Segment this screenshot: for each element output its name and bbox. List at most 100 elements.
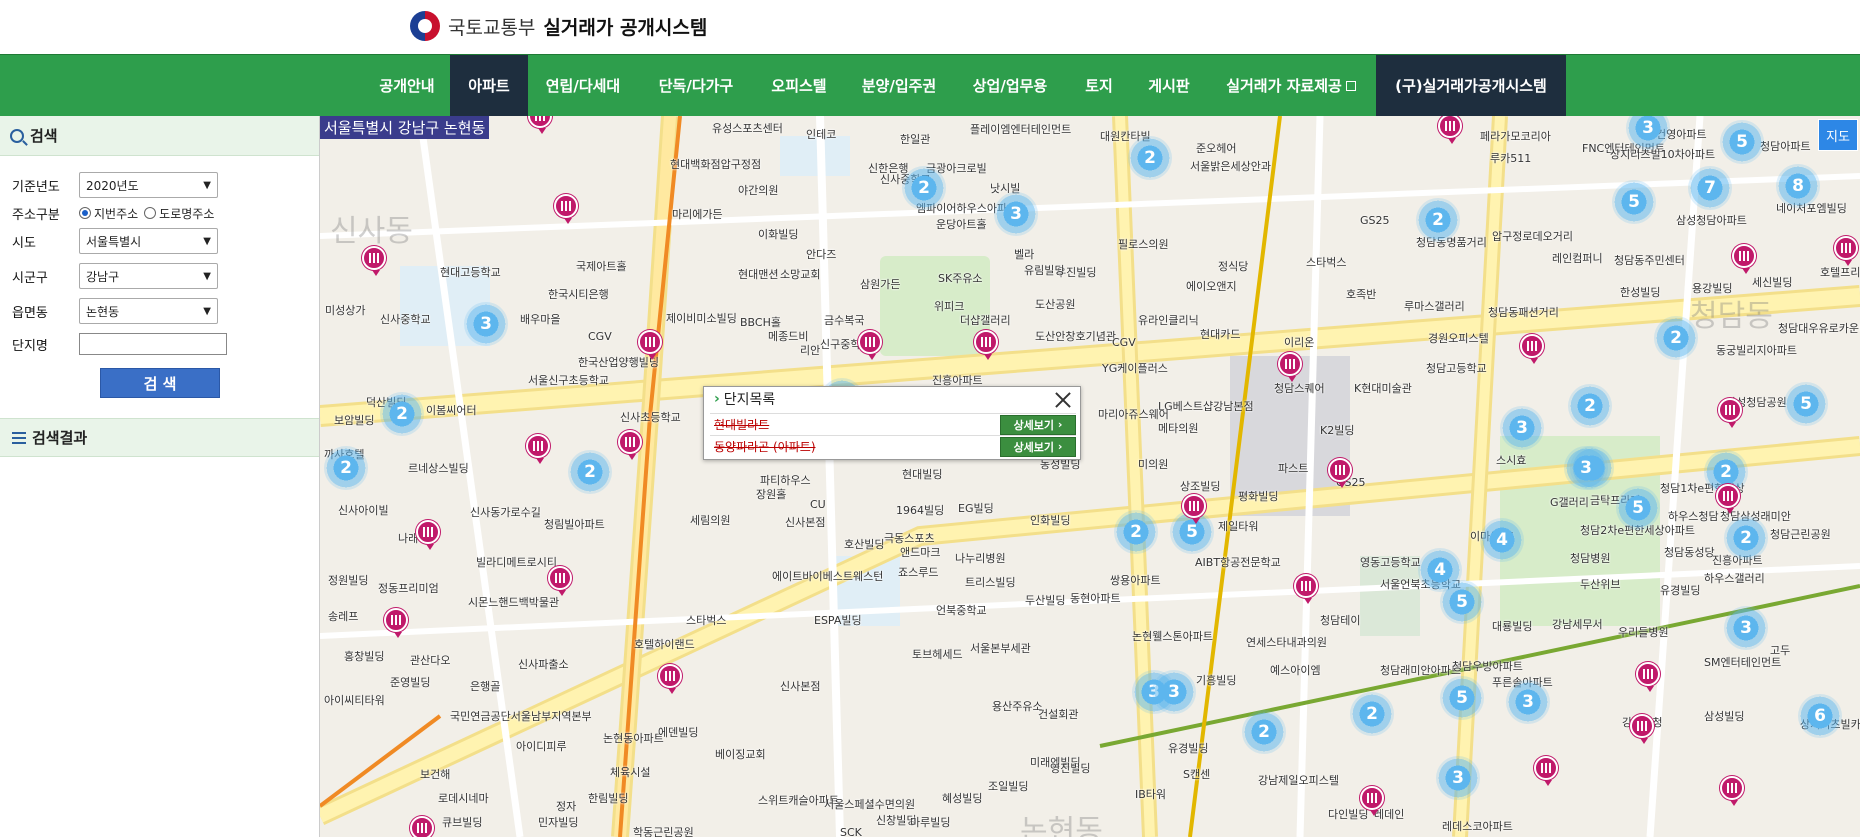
search-sidebar: 검색 기준년도 2020년도 ▼ 주소구분 지번주소 도로명주소 시도 서울특별…: [0, 116, 320, 837]
apartment-pin-icon[interactable]: [526, 434, 550, 464]
nav-item-commercial[interactable]: 상업/업무용: [954, 55, 1066, 116]
map-cluster-marker[interactable]: 5: [1784, 382, 1828, 426]
map-cluster-marker[interactable]: 2: [380, 392, 424, 436]
map-cluster-marker[interactable]: 5: [1720, 120, 1764, 164]
apartment-pin-icon[interactable]: [974, 330, 998, 360]
apartment-pin-icon[interactable]: [618, 430, 642, 460]
dong-select[interactable]: 논현동 ▼: [79, 298, 218, 324]
complex-name-input[interactable]: [79, 333, 227, 355]
nav-item-board[interactable]: 게시판: [1132, 55, 1206, 116]
close-icon[interactable]: [1054, 391, 1072, 409]
map-cluster-marker[interactable]: 2: [1114, 510, 1158, 554]
map-cluster-marker[interactable]: 3: [994, 192, 1038, 236]
nav-item-guide[interactable]: 공개안내: [364, 55, 450, 116]
apartment-pin-icon[interactable]: [1520, 334, 1544, 364]
view-details-button[interactable]: 상세보기 ›: [1000, 436, 1076, 457]
chevron-right-icon: ›: [714, 391, 720, 407]
apartment-pin-icon[interactable]: [548, 566, 572, 596]
year-select[interactable]: 2020년도 ▼: [79, 172, 218, 198]
map-cluster-marker[interactable]: 4: [1418, 548, 1462, 592]
map-cluster-marker[interactable]: 2: [1350, 692, 1394, 736]
map-place-label: 준오헤어: [1196, 142, 1237, 155]
map-cluster-marker[interactable]: 3: [1564, 446, 1608, 490]
apartment-pin-icon[interactable]: [1182, 494, 1206, 524]
map-cluster-marker[interactable]: 5: [1616, 486, 1660, 530]
map-cluster-marker[interactable]: 2: [1242, 710, 1286, 754]
apartment-pin-icon[interactable]: [1834, 236, 1858, 266]
map-place-label: SK주유소: [938, 272, 983, 285]
map-cluster-marker[interactable]: 3: [464, 302, 508, 346]
nav-item-apartment[interactable]: 아파트: [450, 55, 528, 116]
nav-item-presale[interactable]: 분양/입주권: [844, 55, 954, 116]
nav-item-legacy-system[interactable]: (구)실거래가공개시스템: [1376, 55, 1566, 116]
map-place-label: 학동근린공원: [633, 826, 694, 837]
apartment-pin-icon[interactable]: [410, 816, 434, 837]
map-place-label: 아이씨티타워: [324, 694, 385, 707]
map-cluster-marker[interactable]: 5: [1612, 180, 1656, 224]
apartment-pin-icon[interactable]: [1636, 662, 1660, 692]
apartment-pin-icon[interactable]: [1732, 244, 1756, 274]
apartment-pin-icon[interactable]: [1534, 756, 1558, 786]
nav-item-land[interactable]: 토지: [1066, 55, 1132, 116]
map-cluster-marker[interactable]: 3: [1724, 606, 1768, 650]
map-cluster-marker[interactable]: 2: [1724, 516, 1768, 560]
site-logo[interactable]: 국토교통부 실거래가 공개시스템: [410, 10, 707, 42]
apartment-pin-icon[interactable]: [554, 194, 578, 224]
map-cluster-marker[interactable]: 2: [902, 166, 946, 210]
apartment-pin-icon[interactable]: [1328, 458, 1352, 488]
map-cluster-marker[interactable]: 2: [1568, 384, 1612, 428]
apartment-pin-icon[interactable]: [416, 520, 440, 550]
map-place-label: 신사본점: [780, 680, 821, 693]
apartment-pin-icon[interactable]: [1718, 398, 1742, 428]
sigungu-select[interactable]: 강남구 ▼: [79, 263, 218, 289]
map-cluster-marker[interactable]: 3: [1152, 670, 1196, 714]
view-details-button[interactable]: 상세보기 ›: [1000, 414, 1076, 435]
apartment-pin-icon[interactable]: [362, 246, 386, 276]
map-cluster-marker[interactable]: 2: [1416, 198, 1460, 242]
nav-item-data-provision[interactable]: 실거래가 자료제공: [1206, 55, 1376, 116]
map-place-label: 장원홀: [756, 488, 787, 501]
apartment-pin-icon[interactable]: [638, 330, 662, 360]
map-cluster-marker[interactable]: 2: [568, 450, 612, 494]
map-cluster-marker[interactable]: 5: [1440, 676, 1484, 720]
map-cluster-marker[interactable]: 3: [1436, 756, 1480, 800]
map-cluster-marker[interactable]: 3: [1500, 406, 1544, 450]
map-cluster-marker[interactable]: 6: [1798, 694, 1842, 738]
map-cluster-marker[interactable]: 8: [1776, 164, 1820, 208]
sido-select[interactable]: 서울특별시 ▼: [79, 228, 218, 254]
map-cluster-marker[interactable]: 4: [1480, 518, 1524, 562]
view-details-label: 상세보기: [1013, 440, 1055, 454]
apartment-pin-icon[interactable]: [1630, 714, 1654, 744]
map-place-label: 신한은행: [868, 162, 909, 175]
apartment-pin-icon[interactable]: [1294, 574, 1318, 604]
map-cluster-marker[interactable]: 3: [1506, 680, 1550, 724]
apartment-pin-icon[interactable]: [1720, 776, 1744, 806]
map-view[interactable]: 신사동 청담동 논현동 서울특별시 강남구 논현동 지도 유성스포츠센터 현대백…: [320, 116, 1860, 837]
radio-jibun-address[interactable]: 지번주소: [79, 205, 138, 222]
complex-name[interactable]: 현대빌라트: [710, 416, 1000, 433]
apartment-pin-icon[interactable]: [1278, 352, 1302, 382]
nav-item-officetel[interactable]: 오피스텔: [754, 55, 844, 116]
radio-road-address[interactable]: 도로명주소: [144, 205, 214, 222]
top-header: 국토교통부 실거래가 공개시스템: [0, 0, 1860, 54]
map-place-label: 삼원가든: [860, 278, 901, 291]
map-place-label: 나누리병원: [955, 552, 1006, 565]
map-place-label: S캔센: [1183, 768, 1211, 781]
map-cluster-marker[interactable]: 7: [1688, 166, 1732, 210]
map-type-button[interactable]: 지도: [1818, 119, 1858, 151]
map-cluster-marker[interactable]: 2: [1654, 316, 1698, 360]
apartment-pin-icon[interactable]: [1360, 786, 1384, 816]
sido-label: 시도: [12, 235, 36, 251]
address-type-row: 주소구분 지번주소 도로명주소: [12, 200, 220, 226]
search-button[interactable]: 검 색: [100, 368, 220, 398]
complex-name[interactable]: 동양파라곤 (아파트): [710, 438, 1000, 455]
map-place-label: 신사아이빌: [338, 504, 389, 517]
apartment-pin-icon[interactable]: [1716, 484, 1740, 514]
map-cluster-marker[interactable]: 2: [1128, 136, 1172, 180]
nav-item-detached[interactable]: 단독/다가구: [638, 55, 754, 116]
apartment-pin-icon[interactable]: [658, 664, 682, 694]
apartment-pin-icon[interactable]: [858, 330, 882, 360]
nav-item-rowhouse[interactable]: 연립/다세대: [528, 55, 638, 116]
map-cluster-marker[interactable]: 2: [324, 446, 368, 490]
apartment-pin-icon[interactable]: [384, 608, 408, 638]
